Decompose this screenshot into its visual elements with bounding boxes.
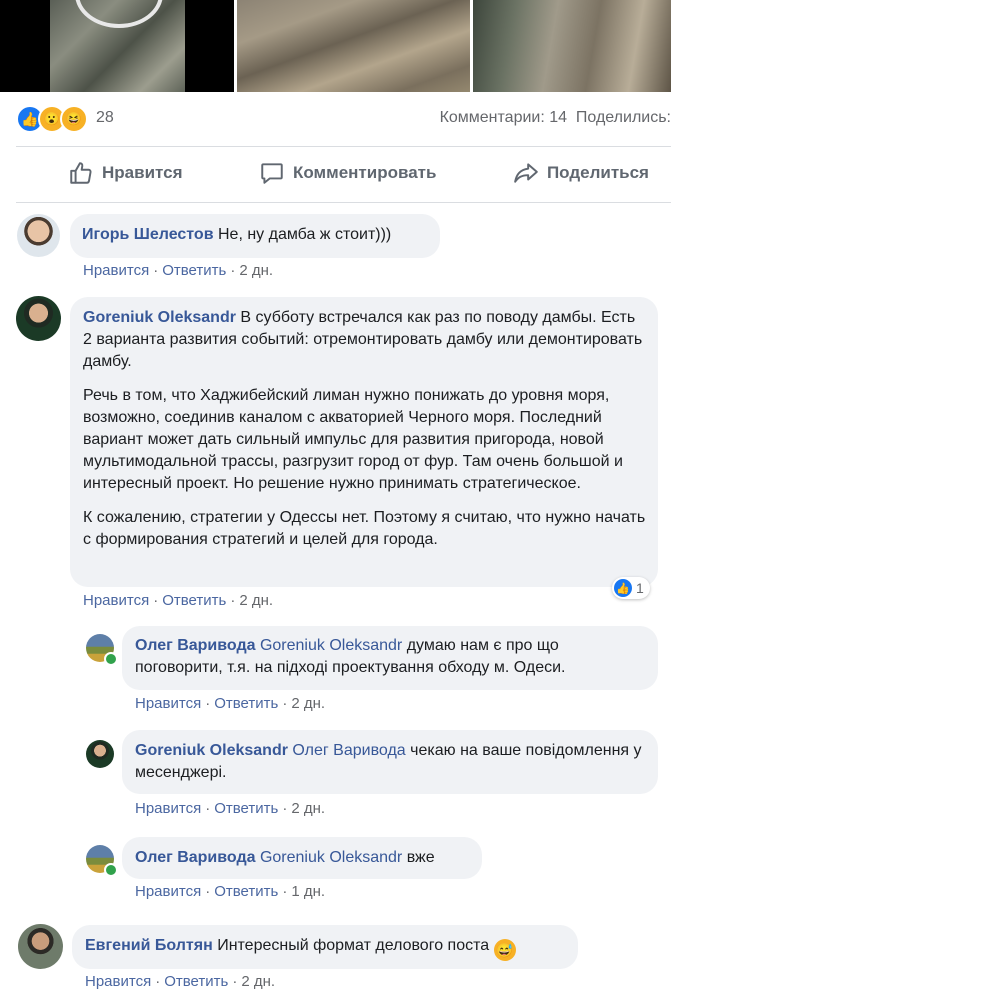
comment-like-count: 1 bbox=[636, 580, 644, 596]
separator-dot: · bbox=[230, 262, 236, 279]
comment-time[interactable]: 2 дн. bbox=[241, 973, 275, 990]
comment-author[interactable]: Олег Варивода bbox=[135, 849, 256, 866]
reply-bubble: Goreniuk Oleksandr Олег Варивода чекаю н… bbox=[122, 730, 658, 794]
comment-meta: Нравится · Ответить · 1 дн. bbox=[135, 883, 325, 900]
reaction-icons[interactable]: 👍 😮 😆 bbox=[16, 105, 88, 133]
comment-bubble: Игорь Шелестов Не, ну дамба ж стоит))) bbox=[70, 214, 440, 258]
post-stats: Комментарии: 14 Поделились: bbox=[440, 109, 671, 127]
comment-author[interactable]: Олег Варивода bbox=[135, 637, 256, 654]
comment-text: Не, ну дамба ж стоит))) bbox=[217, 226, 392, 243]
comment-time[interactable]: 1 дн. bbox=[291, 883, 325, 900]
haha-reaction-icon: 😆 bbox=[60, 105, 88, 133]
comment-bubble-icon bbox=[261, 163, 283, 184]
like-button[interactable]: Нравится bbox=[62, 160, 189, 186]
comment-mention[interactable]: Goreniuk Oleksandr bbox=[260, 849, 402, 866]
like-reaction-icon: 👍 bbox=[614, 579, 632, 597]
comment-like-badge[interactable]: 👍 1 bbox=[612, 577, 650, 599]
share-button-label: Поделиться bbox=[546, 163, 649, 182]
separator-dot: · bbox=[282, 883, 288, 900]
comment-like-link[interactable]: Нравится bbox=[135, 695, 201, 712]
comment-author[interactable]: Goreniuk Oleksandr bbox=[135, 742, 288, 759]
comment-meta: Нравится · Ответить · 2 дн. bbox=[85, 973, 275, 990]
online-status-indicator bbox=[104, 863, 118, 877]
comment-meta: Нравится · Ответить · 2 дн. bbox=[135, 695, 325, 712]
avatar[interactable] bbox=[17, 214, 60, 257]
reply-bubble: Олег Варивода Goreniuk Oleksandr вже bbox=[122, 837, 482, 879]
comment-time[interactable]: 2 дн. bbox=[239, 262, 273, 279]
comment-like-link[interactable]: Нравится bbox=[135, 883, 201, 900]
online-status-indicator bbox=[104, 652, 118, 666]
separator-dot: · bbox=[282, 800, 288, 817]
avatar[interactable] bbox=[86, 740, 114, 768]
comment-like-link[interactable]: Нравится bbox=[83, 262, 149, 279]
comment-paragraph: Речь в том, что Хаджибейский лиман нужно… bbox=[83, 387, 623, 492]
comment-reply-link[interactable]: Ответить bbox=[162, 592, 226, 609]
comment-reply-link[interactable]: Ответить bbox=[162, 262, 226, 279]
comment-mention[interactable]: Goreniuk Oleksandr bbox=[260, 637, 402, 654]
comment-text: вже bbox=[406, 849, 435, 866]
thumbs-up-icon bbox=[70, 162, 92, 184]
comment-reply-link[interactable]: Ответить bbox=[214, 800, 278, 817]
comment-mention[interactable]: Олег Варивода bbox=[292, 742, 405, 759]
comment-bubble: Goreniuk Oleksandr В субботу встречался … bbox=[70, 297, 658, 587]
separator-dot: · bbox=[205, 800, 211, 817]
comment-paragraph: Goreniuk Oleksandr В субботу встречался … bbox=[83, 307, 646, 373]
comment-bubble: Евгений Болтян Интересный формат деловог… bbox=[72, 925, 578, 969]
comment-meta: Нравится · Ответить · 2 дн. bbox=[135, 800, 325, 817]
reactions-bar: 👍 😮 😆 28 Комментарии: 14 Поделились: bbox=[16, 104, 671, 133]
separator-dot: · bbox=[205, 695, 211, 712]
comment-author[interactable]: Игорь Шелестов bbox=[82, 226, 214, 243]
comment-like-link[interactable]: Нравится bbox=[135, 800, 201, 817]
comments-count-link[interactable]: Комментарии: 14 bbox=[440, 109, 567, 126]
separator-dot: · bbox=[155, 973, 161, 990]
reply-bubble: Олег Варивода Goreniuk Oleksandr думаю н… bbox=[122, 626, 658, 690]
comment-reply-link[interactable]: Ответить bbox=[214, 883, 278, 900]
divider bbox=[16, 202, 671, 203]
comment-time[interactable]: 2 дн. bbox=[291, 695, 325, 712]
post-photos bbox=[0, 0, 671, 92]
comment-author[interactable]: Goreniuk Oleksandr bbox=[83, 309, 236, 326]
separator-dot: · bbox=[153, 262, 159, 279]
comment-paragraph: К сожалению, стратегии у Одессы нет. Поэ… bbox=[83, 509, 646, 548]
divider bbox=[16, 146, 671, 147]
comment-meta: Нравится · Ответить · 2 дн. bbox=[83, 262, 273, 279]
share-button[interactable]: Поделиться bbox=[507, 160, 655, 186]
comment-meta: Нравится · Ответить · 2 дн. bbox=[83, 592, 273, 609]
separator-dot: · bbox=[232, 973, 238, 990]
comment-reply-link[interactable]: Ответить bbox=[214, 695, 278, 712]
separator-dot: · bbox=[282, 695, 288, 712]
grinning-emoji-icon: 😅 bbox=[493, 939, 516, 961]
comment-reply-link[interactable]: Ответить bbox=[164, 973, 228, 990]
comment-author[interactable]: Евгений Болтян bbox=[85, 937, 213, 954]
post-photo[interactable] bbox=[473, 0, 671, 92]
post-actions: Нравится Комментировать Поделиться bbox=[16, 150, 671, 196]
comment-text: Интересный формат делового поста bbox=[217, 937, 490, 954]
comment-time[interactable]: 2 дн. bbox=[239, 592, 273, 609]
shares-count-link[interactable]: Поделились: bbox=[576, 109, 671, 126]
separator-dot: · bbox=[230, 592, 236, 609]
like-button-label: Нравится bbox=[102, 163, 183, 182]
comment-button-label: Комментировать bbox=[293, 163, 437, 182]
reaction-count[interactable]: 28 bbox=[96, 109, 114, 127]
comment-like-link[interactable]: Нравится bbox=[85, 973, 151, 990]
post-photo[interactable] bbox=[237, 0, 470, 92]
comment-button[interactable]: Комментировать bbox=[253, 160, 442, 186]
avatar[interactable] bbox=[18, 924, 63, 969]
separator-dot: · bbox=[205, 883, 211, 900]
comment-like-link[interactable]: Нравится bbox=[83, 592, 149, 609]
separator-dot: · bbox=[153, 592, 159, 609]
avatar[interactable] bbox=[16, 296, 61, 341]
comment-time[interactable]: 2 дн. bbox=[291, 800, 325, 817]
share-arrow-icon bbox=[514, 163, 538, 183]
post-photo[interactable] bbox=[0, 0, 234, 92]
